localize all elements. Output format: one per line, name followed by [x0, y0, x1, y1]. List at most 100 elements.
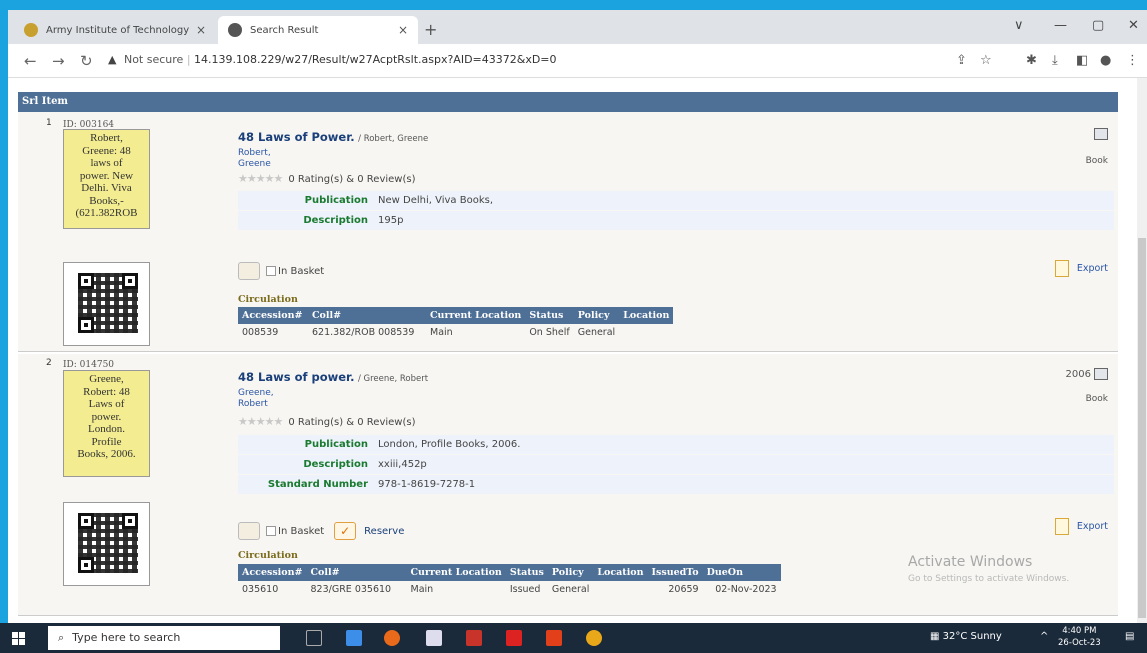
format-label: Book [1085, 156, 1108, 166]
serial-number: 1 [46, 118, 52, 128]
scrollbar-thumb[interactable] [1138, 238, 1146, 618]
author-links[interactable]: Greene, Robert [238, 388, 274, 410]
qr-finder [78, 317, 94, 333]
notification-icon[interactable]: ▤ [1125, 631, 1134, 642]
taskbar-search-box[interactable]: ⌕ Type here to search [48, 626, 280, 650]
tab-search-dropdown-icon[interactable]: ∨ [1014, 18, 1024, 33]
result-record: 1 ID: 003164 Robert, Greene: 48 laws of … [18, 112, 1118, 352]
vertical-scrollbar[interactable] [1137, 78, 1147, 623]
address-toolbar: ← → ↻ ▲ Not secure | 14.139.108.229/w27/… [8, 44, 1147, 78]
table-cell: 035610 [242, 584, 279, 595]
detail-key: Publication [304, 195, 368, 206]
card-line: Profile [91, 435, 122, 448]
share-icon[interactable]: ⇪ [956, 53, 967, 68]
maximize-button[interactable]: ▢ [1092, 18, 1104, 33]
detail-key: Description [303, 215, 368, 226]
task-view-icon[interactable] [306, 630, 322, 646]
close-window-button[interactable]: ✕ [1128, 18, 1139, 33]
author-link[interactable]: Robert, [238, 148, 271, 159]
export-link[interactable]: Export [1054, 518, 1108, 535]
basket-checkbox[interactable] [266, 266, 276, 276]
author-link[interactable]: Greene, [238, 388, 274, 399]
basket-label: In Basket [278, 526, 325, 537]
bookmark-star-icon[interactable]: ☆ [980, 53, 992, 68]
card-line: Books, 2006. [77, 448, 136, 460]
column-header: Accession# [238, 564, 307, 581]
cart-icon[interactable] [238, 262, 260, 280]
app-icon[interactable] [466, 630, 482, 646]
table-cell: 621.382/ROB 008539 [312, 327, 415, 338]
new-tab-button[interactable]: + [424, 20, 437, 39]
army-favicon-icon [24, 23, 38, 37]
record-author-suffix: / Greene, Robert [357, 374, 429, 384]
author-links[interactable]: Robert, Greene [238, 148, 271, 170]
clock-time: 4:40 PM [1062, 626, 1097, 636]
reload-icon[interactable]: ↻ [80, 52, 93, 70]
record-title-link[interactable]: 48 Laws of Power. [238, 130, 355, 144]
format-label: Book [1085, 394, 1108, 404]
column-header: Location [593, 564, 648, 581]
warning-triangle-icon: ▲ [108, 53, 117, 66]
file-explorer-icon[interactable] [346, 630, 362, 646]
sidepanel-icon[interactable]: ◧ [1076, 53, 1088, 68]
table-header-row: Accession# Coll# Current Location Status… [238, 307, 674, 324]
card-line: Robert: 48 [83, 385, 130, 398]
reserve-link[interactable]: Reserve [364, 526, 404, 537]
table-cell: On Shelf [529, 327, 570, 338]
tab-army-institute[interactable]: Army Institute of Technology × [14, 16, 216, 44]
detail-row: Standard Number 978-1-8619-7278-1 [238, 475, 1114, 494]
acrobat-icon[interactable] [506, 630, 522, 646]
tab-label: Search Result [250, 24, 319, 36]
card-line: laws of [90, 157, 123, 169]
address-bar[interactable]: ▲ Not secure | 14.139.108.229/w27/Result… [108, 53, 557, 66]
table-cell: Issued [509, 584, 541, 595]
qr-finder [78, 513, 94, 529]
author-link[interactable]: Greene [238, 159, 271, 170]
detail-key: Description [303, 459, 368, 470]
tray-chevron-icon[interactable]: ^ [1040, 631, 1048, 642]
card-line: London. [88, 423, 125, 435]
extensions-icon[interactable]: ✱ [1026, 53, 1037, 68]
download-icon[interactable]: ⤓ [1052, 53, 1058, 68]
column-header: Current Location [406, 564, 506, 581]
author-link[interactable]: Robert [238, 399, 274, 410]
profile-icon[interactable]: ● [1100, 53, 1111, 68]
basket-checkbox[interactable] [266, 526, 276, 536]
clock[interactable]: 4:40 PM 26-Oct-23 [1058, 625, 1101, 649]
record-title-line: 48 Laws of Power. / Robert, Greene [238, 130, 428, 144]
rating-stars-icon[interactable]: ★★★★★ [238, 415, 283, 428]
close-tab-icon[interactable]: × [398, 23, 408, 37]
windows-start-icon[interactable] [12, 632, 25, 645]
tab-label: Army Institute of Technology [46, 24, 190, 36]
record-title-link[interactable]: 48 Laws of power. [238, 370, 354, 384]
tab-search-result[interactable]: Search Result × [218, 16, 418, 44]
document-app-icon[interactable] [426, 630, 442, 646]
detail-key: Publication [304, 439, 368, 450]
not-secure-label: Not secure [123, 53, 184, 66]
reserve-check-icon[interactable]: ✓ [334, 522, 357, 540]
minimize-button[interactable]: — [1054, 18, 1067, 33]
export-link[interactable]: Export [1054, 260, 1108, 277]
clock-date: 26-Oct-23 [1058, 638, 1101, 648]
record-id: ID: 014750 [63, 360, 115, 370]
column-header: Status [505, 564, 548, 581]
weather-text: 32°C Sunny [942, 631, 1002, 642]
column-header: Coll# [306, 564, 407, 581]
table-cell: General [551, 584, 590, 595]
menu-dots-icon[interactable]: ⋮ [1126, 53, 1139, 68]
back-arrow-icon[interactable]: ← [24, 52, 37, 70]
qr-finder [78, 557, 94, 573]
card-line: Robert, [90, 132, 123, 144]
cart-icon[interactable] [238, 522, 260, 540]
weather-widget[interactable]: ▦ 32°C Sunny [930, 631, 1002, 642]
detail-value: xxiii,452p [378, 459, 427, 470]
serial-number: 2 [46, 358, 52, 368]
taskbar: ⌕ Type here to search ▦ 32°C Sunny ^ 4:40… [0, 623, 1147, 653]
app-icon[interactable] [546, 630, 562, 646]
close-tab-icon[interactable]: × [196, 23, 206, 37]
weather-icon: ▦ [930, 631, 943, 642]
firefox-icon[interactable] [384, 630, 400, 646]
rating-stars-icon[interactable]: ★★★★★ [238, 172, 283, 185]
forward-arrow-icon[interactable]: → [52, 52, 65, 70]
chrome-icon[interactable] [586, 630, 602, 646]
